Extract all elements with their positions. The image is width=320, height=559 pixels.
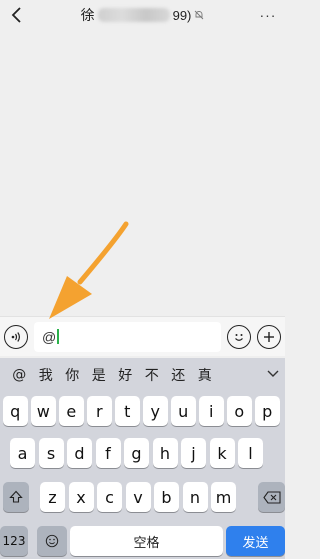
back-button[interactable] [6, 4, 28, 26]
chat-title-first-char: 徐 [80, 7, 95, 23]
candidate-item[interactable]: 还 [165, 365, 192, 385]
emoji-button[interactable] [227, 324, 251, 349]
voice-button[interactable] [4, 324, 28, 349]
key-h[interactable]: h [152, 438, 178, 468]
send-key[interactable]: 发送 [226, 526, 285, 556]
key-r[interactable]: r [87, 396, 112, 426]
key-t[interactable]: t [115, 396, 140, 426]
expand-candidates-icon[interactable] [267, 366, 279, 384]
key-c[interactable]: c [97, 482, 122, 512]
key-e[interactable]: e [59, 396, 84, 426]
text-caret [57, 329, 59, 344]
chat-header: 徐 99) ··· [0, 0, 285, 30]
plus-button[interactable] [257, 324, 281, 349]
mute-bell-icon [194, 10, 204, 20]
key-q[interactable]: q [3, 396, 28, 426]
keyboard: @ 我 你 是 好 不 还 真 q w e r t y u i o p a s … [0, 358, 285, 559]
chat-title: 徐 99) [81, 5, 205, 25]
chat-message-area[interactable] [0, 30, 285, 316]
backspace-icon [262, 490, 281, 504]
delete-key[interactable] [258, 482, 285, 512]
key-s[interactable]: s [38, 438, 64, 468]
key-v[interactable]: v [125, 482, 151, 512]
chat-title-tail: 99) [172, 7, 192, 23]
key-l[interactable]: l [238, 438, 263, 468]
key-m[interactable]: m [211, 482, 236, 512]
smiley-icon [235, 333, 243, 341]
shift-arrow-icon [9, 490, 23, 503]
candidate-item[interactable]: 好 [112, 365, 139, 385]
candidate-item[interactable]: 你 [59, 365, 86, 385]
space-key[interactable]: 空格 [70, 526, 223, 556]
key-o[interactable]: o [227, 396, 252, 426]
smiley-icon [45, 534, 59, 548]
message-input-value: @ [42, 328, 57, 345]
key-row-2: a s d f g h j k l [0, 438, 285, 468]
key-row-4: 123 空格 发送 [0, 526, 285, 556]
key-i[interactable]: i [199, 396, 224, 426]
candidate-item[interactable]: 真 [192, 365, 219, 385]
key-d[interactable]: d [67, 438, 92, 468]
plus-icon [264, 331, 274, 342]
numbers-key[interactable]: 123 [0, 526, 28, 556]
blurred-name [97, 8, 170, 22]
key-a[interactable]: a [10, 438, 35, 468]
chevron-left-icon [11, 7, 21, 23]
key-z[interactable]: z [40, 482, 65, 512]
key-x[interactable]: x [68, 482, 94, 512]
key-row-1: q w e r t y u i o p [0, 396, 285, 426]
key-w[interactable]: w [31, 396, 56, 426]
candidate-bar: @ 我 你 是 好 不 还 真 [0, 358, 285, 392]
candidate-item[interactable]: @ [6, 367, 33, 383]
key-b[interactable]: b [154, 482, 179, 512]
candidate-item[interactable]: 是 [86, 365, 113, 385]
emoji-key[interactable] [37, 526, 67, 556]
more-options-button[interactable]: ··· [257, 4, 279, 26]
key-p[interactable]: p [255, 396, 280, 426]
key-g[interactable]: g [124, 438, 149, 468]
shift-key[interactable] [3, 482, 29, 512]
voice-icon [11, 331, 20, 342]
candidate-item[interactable]: 我 [33, 365, 60, 385]
key-n[interactable]: n [182, 482, 208, 512]
key-y[interactable]: y [143, 396, 168, 426]
key-f[interactable]: f [95, 438, 121, 468]
key-row-3: z x c v b n m [0, 482, 285, 512]
key-k[interactable]: k [209, 438, 235, 468]
input-bar: @ [0, 316, 285, 356]
candidate-item[interactable]: 不 [139, 365, 166, 385]
message-input[interactable]: @ [34, 321, 221, 352]
key-j[interactable]: j [181, 438, 206, 468]
key-u[interactable]: u [171, 396, 196, 426]
